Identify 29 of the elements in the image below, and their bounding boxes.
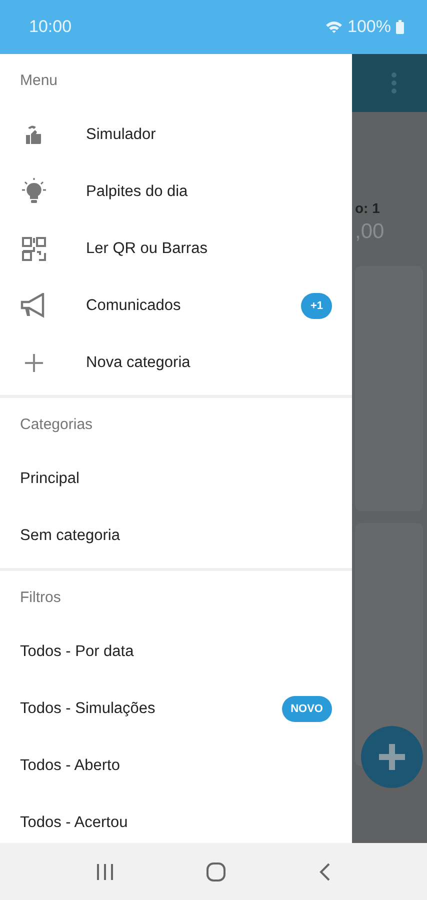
qr-code-icon <box>22 236 46 260</box>
section-header: Categorias <box>19 414 94 434</box>
menu-item[interactable]: Todos - Por data <box>0 623 352 680</box>
menu-item[interactable]: Nova categoria <box>0 334 352 391</box>
menu-item[interactable]: Simulador <box>0 106 352 163</box>
menu-item[interactable]: Comunicados +1 <box>0 277 352 334</box>
menu-item[interactable]: Todos - Aberto <box>0 737 352 794</box>
menu-item[interactable]: Todos - Simulações NOVO <box>0 680 352 737</box>
clock: 10:00 <box>29 17 72 37</box>
home-icon[interactable] <box>206 862 226 882</box>
menu-item[interactable]: Principal <box>0 450 352 507</box>
menu-item[interactable]: Todos - Acertou <box>0 794 352 843</box>
section-header: Filtros <box>19 588 62 608</box>
add-button[interactable] <box>361 726 423 788</box>
back-icon[interactable] <box>318 862 331 880</box>
menu-item[interactable]: Palpites do dia <box>0 163 352 220</box>
badge: NOVO <box>282 696 332 722</box>
menu-item[interactable]: Sem categoria <box>0 507 352 564</box>
battery-icon <box>396 20 404 34</box>
summary-label: o: 1 <box>355 200 380 216</box>
badge: +1 <box>301 292 332 318</box>
section-header: Menu <box>19 70 59 90</box>
hand-icon <box>24 124 44 146</box>
menu-item[interactable]: Ler QR ou Barras <box>0 220 352 277</box>
recent-apps-icon[interactable] <box>96 864 114 880</box>
plus-icon <box>25 354 43 372</box>
battery-level: 100% <box>348 17 391 37</box>
lightbulb-icon <box>20 178 48 206</box>
wifi-icon <box>324 20 343 34</box>
